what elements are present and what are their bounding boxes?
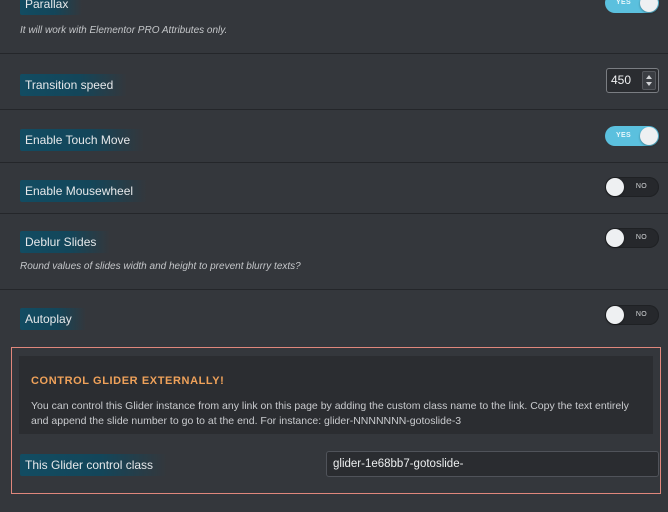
transition-speed-value: 450 [611, 73, 632, 87]
parallax-toggle[interactable]: YES [605, 0, 659, 13]
autoplay-row: Autoplay NO [0, 290, 668, 341]
mousewheel-row: Enable Mousewheel NO [0, 163, 668, 214]
parallax-label: Parallax [20, 0, 83, 15]
deblur-toggle[interactable]: NO [605, 228, 659, 248]
external-control-section: CONTROL GLIDER EXTERNALLY! You can contr… [11, 347, 661, 494]
toggle-knob [640, 127, 658, 145]
toggle-knob [606, 229, 624, 247]
autoplay-label: Autoplay [20, 308, 86, 330]
number-spinner[interactable] [642, 71, 656, 90]
parallax-row: Parallax YES It will work with Elementor… [0, 0, 668, 54]
transition-speed-input[interactable]: 450 [606, 68, 659, 93]
control-class-label: This Glider control class [20, 454, 168, 476]
control-class-field[interactable]: glider-1e68bb7-gotoslide- [326, 451, 659, 477]
mousewheel-label: Enable Mousewheel [20, 180, 148, 202]
deblur-description: Round values of slides width and height … [20, 261, 301, 272]
toggle-knob [606, 178, 624, 196]
autoplay-toggle-text: NO [635, 311, 647, 318]
deblur-label: Deblur Slides [20, 231, 111, 253]
spinner-up-icon[interactable] [646, 75, 652, 79]
deblur-row: Deblur Slides NO Round values of slides … [0, 214, 668, 290]
external-control-notice: CONTROL GLIDER EXTERNALLY! You can contr… [19, 356, 653, 434]
mousewheel-toggle[interactable]: NO [605, 177, 659, 197]
touch-move-toggle-text: YES [616, 132, 631, 139]
touch-move-label: Enable Touch Move [20, 129, 145, 151]
touch-move-toggle[interactable]: YES [605, 126, 659, 146]
mousewheel-toggle-text: NO [635, 183, 647, 190]
autoplay-toggle[interactable]: NO [605, 305, 659, 325]
touch-move-row: Enable Touch Move YES [0, 110, 668, 163]
spinner-down-icon[interactable] [646, 82, 652, 86]
parallax-toggle-text: YES [616, 0, 631, 6]
toggle-knob [606, 306, 624, 324]
notice-text: You can control this Glider instance fro… [31, 400, 629, 427]
toggle-knob [640, 0, 658, 12]
transition-speed-label: Transition speed [20, 74, 128, 96]
transition-speed-row: Transition speed 450 [0, 54, 668, 110]
parallax-description: It will work with Elementor PRO Attribut… [20, 25, 228, 36]
notice-title: CONTROL GLIDER EXTERNALLY! [31, 375, 225, 387]
deblur-toggle-text: NO [635, 234, 647, 241]
